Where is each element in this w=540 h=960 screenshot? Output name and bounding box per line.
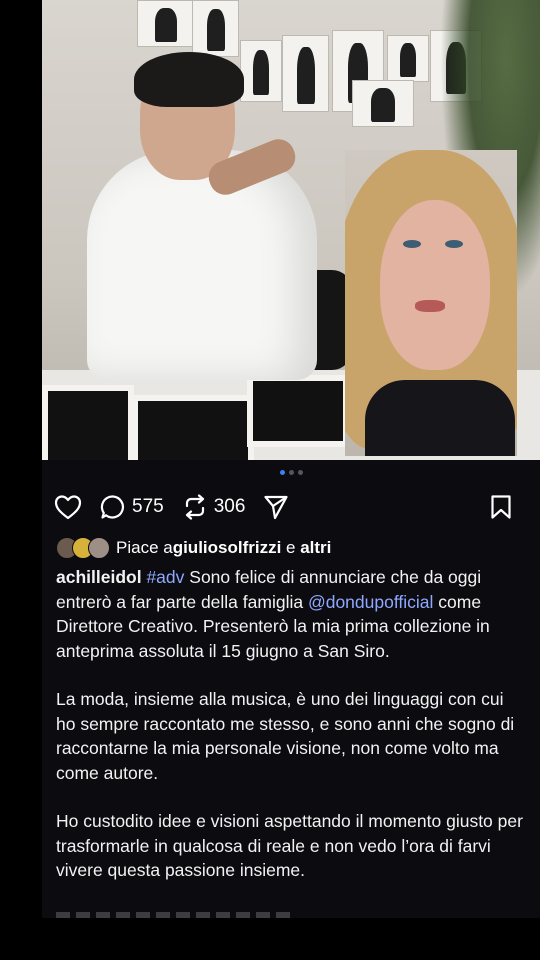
print-sheet [132, 395, 254, 460]
post-media[interactable] [42, 0, 540, 460]
caption-mention[interactable]: @dondupofficial [308, 592, 433, 612]
repost-button[interactable]: 306 [182, 494, 246, 520]
avatar [88, 537, 110, 559]
moodboard-photo [387, 35, 429, 82]
carousel-dot-active [279, 470, 285, 475]
save-button[interactable] [490, 494, 512, 520]
print-sheet [247, 375, 349, 447]
truncated-caption-line [56, 912, 296, 918]
woman-eye [445, 240, 463, 248]
carousel-indicator [42, 470, 540, 475]
woman-shirt [365, 380, 515, 456]
likes-conjunction: e [281, 538, 301, 557]
share-button[interactable] [263, 494, 289, 520]
moodboard-photo [137, 0, 194, 47]
moodboard-photo [240, 40, 282, 102]
likes-others-link[interactable]: altri [300, 538, 331, 558]
post-caption: achilleidol #adv Sono felice di annuncia… [56, 565, 526, 907]
heart-icon [54, 495, 82, 520]
bookmark-icon [491, 495, 511, 519]
likes-summary[interactable]: Piace a giuliosolfrizzi e altri [56, 537, 331, 559]
carousel-dot [288, 470, 294, 475]
post-frame: 575 306 Piace a giuliosolfrizzi e altri … [42, 0, 540, 918]
comment-button[interactable]: 575 [100, 494, 164, 520]
man-shirt [87, 150, 317, 380]
moodboard-photo [282, 35, 329, 112]
likes-user-link[interactable]: giuliosolfrizzi [173, 538, 282, 558]
repost-icon [185, 494, 204, 520]
share-icon [264, 495, 289, 520]
like-button[interactable] [54, 494, 82, 520]
caption-username[interactable]: achilleidol [56, 567, 142, 587]
caption-hashtag[interactable]: #adv [146, 567, 184, 587]
caption-paragraph: Ho custodito idee e visioni aspettando i… [56, 811, 523, 880]
print-sheet [42, 385, 134, 460]
caption-paragraph: La moda, insieme alla musica, è uno dei … [56, 689, 515, 783]
carousel-dot [297, 470, 303, 475]
likes-prefix: Piace a [116, 538, 173, 557]
moodboard-photo [352, 80, 414, 127]
woman-eye [403, 240, 421, 248]
man-hair [134, 52, 244, 107]
repost-count: 306 [213, 496, 246, 517]
caption-paragraph: achilleidol #adv Sono felice di annuncia… [56, 565, 526, 663]
woman-mouth [415, 300, 445, 312]
action-bar: 575 306 [54, 490, 530, 524]
comment-count: 575 [132, 496, 164, 517]
comment-icon [100, 495, 125, 519]
reaction-video-inset[interactable] [345, 150, 517, 456]
woman-face [380, 200, 490, 370]
moodboard-photo [192, 0, 239, 57]
liker-avatars [56, 537, 110, 559]
